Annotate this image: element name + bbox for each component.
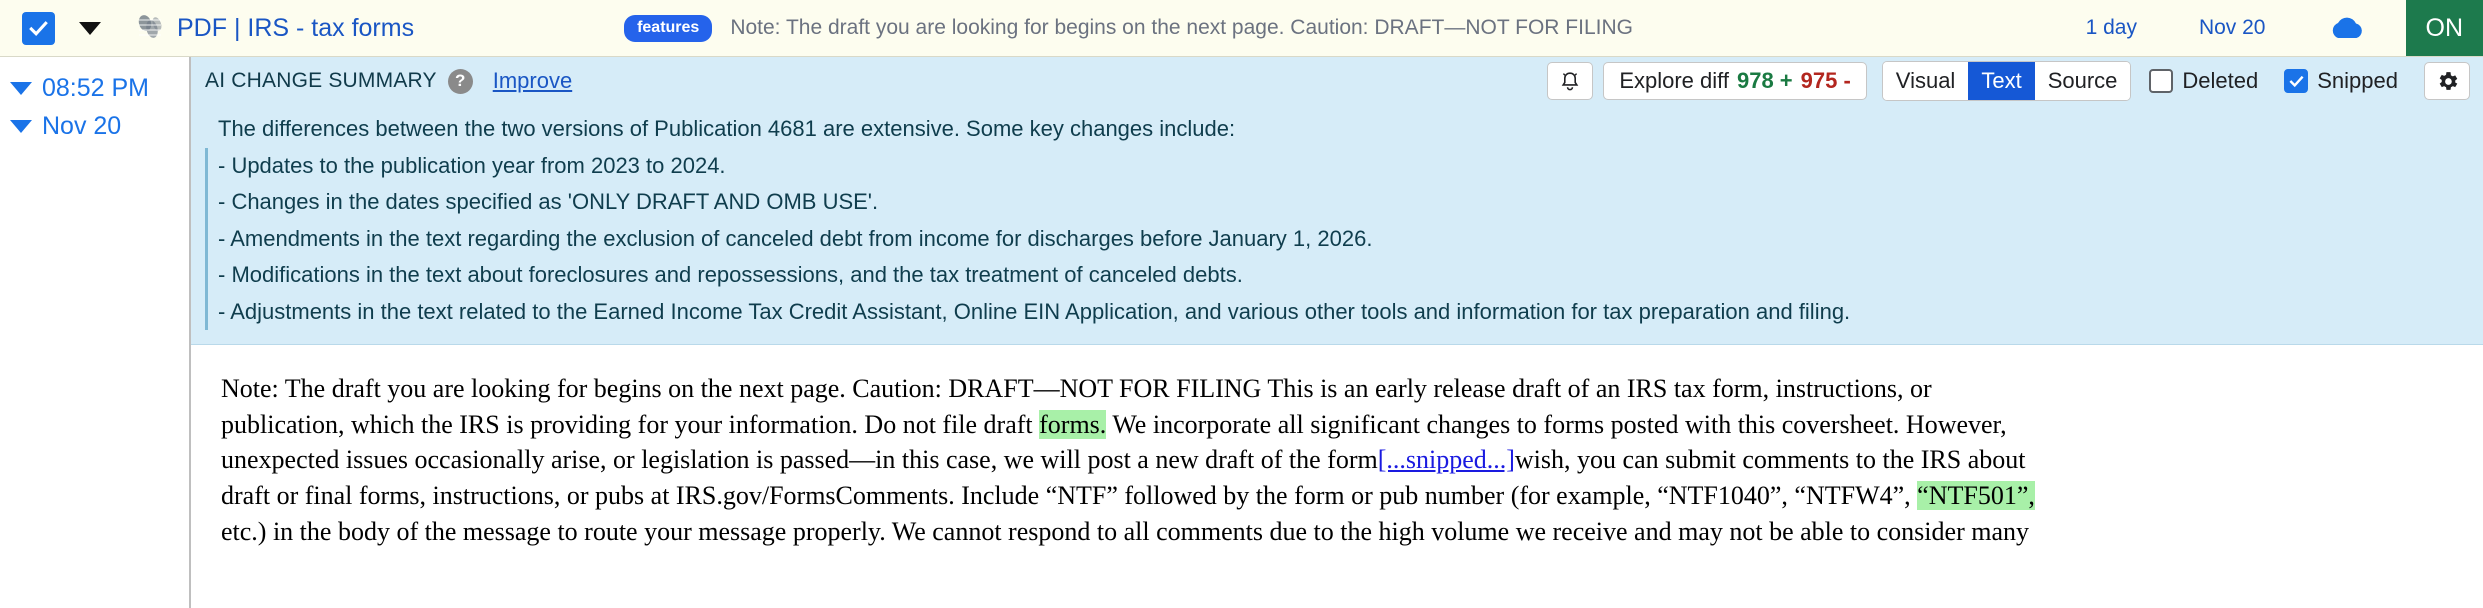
doc-line: etc.) in the body of the message to rout… [221,514,2453,550]
summary-text-body: The differences between the two versions… [191,105,2483,344]
workspace: 08:52 PM Nov 20 AI CHANGE SUMMARY ? Impr… [0,57,2483,608]
select-all-checkbox[interactable] [22,11,55,45]
content-area: AI CHANGE SUMMARY ? Improve Explore diff… [189,57,2483,608]
chevron-down-icon[interactable] [79,21,101,35]
summary-toolbar: AI CHANGE SUMMARY ? Improve Explore diff… [191,57,2483,105]
checkmark-icon [2289,75,2304,87]
cloud-glyph [2332,17,2362,38]
bell-icon [1562,72,1579,91]
view-mode-switch: Visual Text Source [1881,61,2132,101]
date-link[interactable]: Nov 20 [2199,16,2266,40]
sidebar-item-date[interactable]: Nov 20 [0,107,189,145]
doc-line: publication, which the IRS is providing … [221,407,2453,443]
summary-title: AI CHANGE SUMMARY [205,69,437,92]
bell-icon-button[interactable] [1547,62,1594,100]
ai-change-summary-panel: AI CHANGE SUMMARY ? Improve Explore diff… [191,57,2483,346]
gear-icon [2439,71,2457,90]
deleted-checkbox-label[interactable]: Deleted [2182,68,2258,94]
summary-line: - Adjustments in the text related to the… [205,293,2483,331]
top-bar: PDF | IRS - tax forms features Note: The… [0,0,2483,57]
snipped-checkbox-group: Snipped [2284,68,2416,94]
doc-line: draft or final forms, instructions, or p… [221,478,2453,514]
chevron-down-icon [10,119,32,133]
doc-text: We incorporate all significant changes t… [1106,409,2007,439]
summary-line: - Modifications in the text about forecl… [205,257,2483,294]
sidebar-item-time[interactable]: 08:52 PM [0,69,189,107]
document-preview: Note: The draft you are looking for begi… [191,345,2483,608]
diff-added-count: 978 + [1736,68,1793,93]
explore-diff-button[interactable]: Explore diff 978 + 975 - [1603,62,1867,100]
highlighted-text: forms. [1039,409,1107,439]
doc-line: unexpected issues occasionally arise, or… [221,442,2453,478]
snipped-link[interactable]: [...snipped...] [1378,445,1515,474]
deleted-checkbox[interactable] [2149,69,2174,93]
page-title[interactable]: PDF | IRS - tax forms [177,14,414,43]
doc-text: draft or final forms, instructions, or p… [221,480,1918,510]
summary-line: The differences between the two versions… [218,116,1236,141]
improve-link[interactable]: Improve [493,68,572,94]
doc-text: Note: The draft you are looking for begi… [221,374,1932,404]
doc-text: etc.) in the body of the message to rout… [221,516,2029,546]
irs-logo-icon [138,15,162,38]
doc-text: unexpected issues occasionally arise, or… [221,445,1378,475]
doc-text: publication, which the IRS is providing … [221,409,1040,439]
cloud-icon[interactable] [2328,15,2366,41]
tab-text[interactable]: Text [1968,62,2035,100]
deleted-checkbox-group: Deleted [2149,68,2276,94]
summary-line: - Amendments in the text regarding the e… [205,220,2483,258]
sidebar-item-label: Nov 20 [42,111,122,140]
snipped-checkbox-label[interactable]: Snipped [2317,68,2398,94]
tab-visual[interactable]: Visual [1882,62,1969,100]
diff-removed-count: 975 - [1800,68,1851,93]
settings-button[interactable] [2424,62,2470,100]
doc-line: Note: The draft you are looking for begi… [221,371,2453,407]
doc-text: wish, you can submit comments to the IRS… [1514,445,2026,475]
help-icon[interactable]: ? [447,68,473,94]
checkmark-icon [29,20,48,36]
features-badge[interactable]: features [624,14,713,42]
topbar-note: Note: The draft you are looking for begi… [730,16,1633,39]
highlighted-text: “NTF501”, [1917,480,2035,510]
irs-favicon [135,13,165,43]
summary-line: - Updates to the publication year from 2… [205,147,2483,185]
history-sidebar: 08:52 PM Nov 20 [0,57,189,608]
snipped-checkbox[interactable] [2284,69,2309,93]
explore-diff-label: Explore diff [1619,68,1729,93]
interval-link[interactable]: 1 day [2086,16,2137,40]
power-toggle[interactable]: ON [2405,0,2483,56]
chevron-down-icon [10,81,32,95]
summary-tools: Explore diff 978 + 975 - Visual Text Sou… [1547,61,2483,101]
topbar-right-controls: 1 day Nov 20 ON [2056,0,2483,56]
sidebar-item-label: 08:52 PM [42,73,150,102]
summary-line: - Changes in the dates specified as 'ONL… [205,184,2483,221]
tab-source[interactable]: Source [2034,62,2131,100]
